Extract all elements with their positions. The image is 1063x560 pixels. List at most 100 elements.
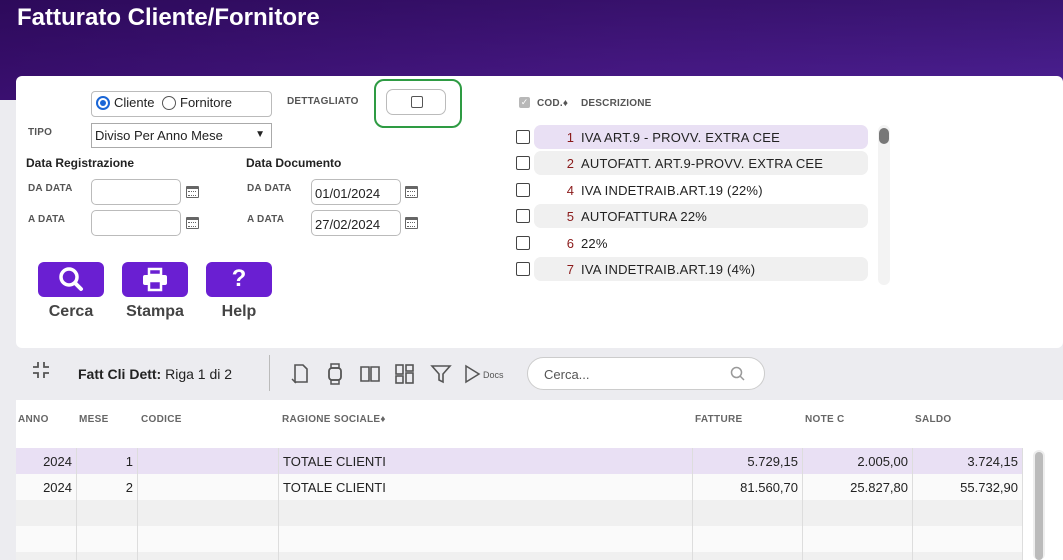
table-cell-note (803, 552, 913, 560)
doc-da-data-input[interactable]: 01/01/2024 (311, 179, 401, 205)
grid-name: Fatt Cli Dett: (78, 366, 162, 382)
chevron-down-icon: ▼ (255, 129, 265, 140)
table-cell-ragione (279, 500, 693, 526)
table-cell-anno: 2024 (16, 448, 77, 474)
filter-icon[interactable] (430, 363, 452, 385)
calendar-icon[interactable] (405, 217, 418, 229)
calendar-icon[interactable] (186, 217, 199, 229)
tipo-select-value: Diviso Per Anno Mese (95, 128, 223, 143)
table-cell-codice (138, 500, 279, 526)
table-cell-ragione (279, 526, 693, 552)
list-item[interactable]: 7 IVA INDETRAIB.ART.19 (4%) (534, 257, 868, 281)
table-cell-saldo (913, 500, 1023, 526)
table-cell-saldo (913, 526, 1023, 552)
export-file-icon[interactable] (290, 363, 312, 385)
table-cell-fatture (693, 552, 803, 560)
list-item[interactable]: 4 IVA INDETRAIB.ART.19 (22%) (534, 177, 868, 202)
watch-icon[interactable] (325, 362, 345, 386)
table-cell-fatture (693, 526, 803, 552)
col-header-codice[interactable]: CODICE (141, 414, 182, 425)
list-scrollbar-thumb[interactable] (879, 128, 889, 144)
col-header-anno[interactable]: ANNO (18, 414, 49, 425)
data-grid: ANNO MESE CODICE RAGIONE SOCIALE♦ FATTUR… (16, 400, 1063, 560)
col-header-saldo[interactable]: SALDO (915, 414, 952, 425)
table-cell-note (803, 500, 913, 526)
radio-fornitore-label: Fornitore (180, 95, 233, 110)
table-cell-codice (138, 448, 279, 474)
list-item-checkbox[interactable] (516, 156, 530, 171)
list-item-desc: IVA ART.9 - PROVV. EXTRA CEE (581, 130, 780, 145)
list-item-checkbox[interactable] (516, 209, 530, 224)
table-cell-anno (16, 552, 77, 560)
table-row[interactable] (16, 552, 1023, 560)
table-cell-mese (77, 552, 138, 560)
list-item-code: 4 (566, 182, 574, 198)
table-cell-fatture: 81.560,70 (693, 474, 803, 500)
table-row[interactable]: 2024 2 TOTALE CLIENTI 81.560,70 25.827,80 55.… (16, 474, 1023, 500)
table-cell-anno: 2024 (16, 474, 77, 500)
collapse-icon[interactable] (31, 360, 51, 380)
table-row[interactable] (16, 500, 1023, 526)
col-header-ragione-sociale[interactable]: RAGIONE SOCIALE♦ (282, 414, 386, 425)
list-item-checkbox[interactable] (516, 130, 530, 144)
list-item-desc: 22% (581, 235, 608, 251)
help-button[interactable]: ? (206, 262, 272, 297)
table-cell-mese: 1 (77, 448, 138, 474)
reg-a-data-input[interactable] (91, 210, 181, 236)
radio-cliente-label: Cliente (114, 95, 155, 110)
grid-scrollbar[interactable] (1033, 450, 1045, 560)
book-icon[interactable] (359, 364, 381, 384)
list-item-code: 7 (566, 262, 574, 277)
select-all-checkbox[interactable]: ✓ (519, 97, 530, 108)
cerca-button[interactable] (38, 262, 104, 297)
col-header-mese[interactable]: MESE (79, 414, 109, 425)
list-item-checkbox[interactable] (516, 235, 530, 250)
dettagliato-toggle[interactable] (386, 89, 446, 115)
table-row[interactable]: 2024 1 TOTALE CLIENTI 5.729,15 2.005,00 3.724… (16, 448, 1023, 474)
tipo-label: TIPO (28, 127, 53, 138)
search-icon (59, 267, 83, 291)
list-item-desc: AUTOFATT. ART.9-PROVV. EXTRA CEE (581, 156, 824, 172)
list-item-checkbox[interactable] (516, 182, 530, 197)
table-cell-note: 25.827,80 (803, 474, 913, 500)
list-item-desc: IVA INDETRAIB.ART.19 (22%) (581, 182, 763, 198)
radio-cliente[interactable] (96, 96, 110, 110)
docs-icon[interactable] (463, 364, 483, 384)
list-item-desc: AUTOFATTURA 22% (581, 209, 708, 225)
radio-fornitore[interactable] (162, 96, 176, 110)
list-item[interactable]: 2 AUTOFATT. ART.9-PROVV. EXTRA CEE (534, 151, 868, 176)
list-item-checkbox[interactable] (516, 262, 530, 276)
grid-row-info: Riga 1 di 2 (165, 366, 233, 382)
question-icon: ? (231, 265, 247, 292)
list-header-desc: DESCRIZIONE (581, 98, 652, 109)
list-item-desc: IVA INDETRAIB.ART.19 (4%) (581, 262, 756, 277)
search-placeholder: Cerca... (544, 367, 590, 382)
list-item[interactable]: 6 22% (534, 230, 868, 255)
list-header-code[interactable]: COD.♦ (537, 98, 568, 109)
col-header-note-c[interactable]: NOTE C (805, 414, 845, 425)
dettagliato-checkbox[interactable] (411, 96, 423, 108)
stampa-button[interactable] (122, 262, 188, 297)
reg-da-data-input[interactable] (91, 179, 181, 205)
doc-a-data-label: A DATA (247, 214, 285, 225)
tipo-select[interactable]: Diviso Per Anno Mese ▼ (91, 123, 272, 148)
grid-title: Fatt Cli Dett: Riga 1 di 2 (78, 366, 232, 382)
cerca-button-label: Cerca (48, 303, 94, 320)
calendar-icon[interactable] (186, 186, 199, 198)
list-item[interactable]: 5 AUTOFATTURA 22% (534, 204, 868, 229)
grid-search-input[interactable]: Cerca... (527, 357, 765, 390)
list-item-code: 5 (566, 209, 574, 225)
col-header-fatture[interactable]: FATTURE (695, 414, 742, 425)
layout-columns-icon[interactable] (394, 363, 416, 385)
table-cell-anno (16, 500, 77, 526)
table-cell-fatture (693, 500, 803, 526)
list-item-code: 1 (566, 130, 574, 145)
search-icon[interactable] (730, 366, 746, 382)
list-item[interactable]: 1 IVA ART.9 - PROVV. EXTRA CEE (534, 125, 868, 149)
list-scrollbar[interactable] (878, 125, 890, 285)
table-cell-mese: 2 (77, 474, 138, 500)
table-row[interactable] (16, 526, 1023, 552)
calendar-icon[interactable] (405, 186, 418, 198)
doc-a-data-input[interactable]: 27/02/2024 (311, 210, 401, 236)
table-cell-codice (138, 552, 279, 560)
